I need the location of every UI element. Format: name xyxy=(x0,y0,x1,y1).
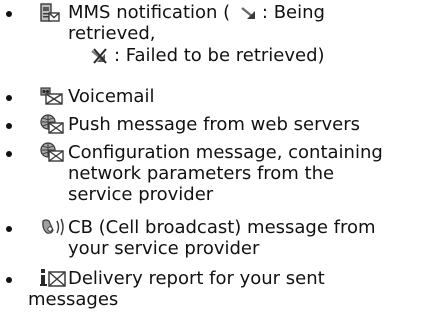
list-item-delivery-report: Delivery report for your sent messages xyxy=(0,268,422,312)
bullet xyxy=(6,151,12,157)
mms-label-start: MMS notification ( xyxy=(68,2,231,23)
mms-label-retrieved: retrieved, xyxy=(68,23,156,44)
icon-legend-page: { "items": [ { "icon": "mms-notification… xyxy=(0,0,422,314)
downloading-arrow-icon xyxy=(240,5,260,26)
list-item-push-message: Push message from web servers xyxy=(0,114,422,136)
voicemail-label: Voicemail xyxy=(68,86,155,107)
mms-notification-icon xyxy=(40,3,60,28)
bullet xyxy=(6,277,12,283)
mms-being-label: : Being xyxy=(261,2,325,23)
cell-broadcast-label-line-1: CB (Cell broadcast) message from xyxy=(68,217,376,238)
list-item-cell-broadcast: CB (Cell broadcast) message from your se… xyxy=(0,217,422,260)
cell-broadcast-label-line-2: your service provider xyxy=(68,238,260,259)
configuration-message-icon xyxy=(40,142,64,167)
push-message-label: Push message from web servers xyxy=(68,114,360,135)
configuration-label-line-1: Configuration message, containing xyxy=(68,142,383,163)
list-item-configuration-message: Configuration message, containing networ… xyxy=(0,142,422,206)
list-item-voicemail: Voicemail xyxy=(0,86,422,108)
cell-broadcast-icon xyxy=(40,217,66,242)
failed-download-icon xyxy=(90,48,110,69)
bullet xyxy=(6,226,12,232)
configuration-label-line-3: service provider xyxy=(68,184,214,205)
mms-failed-label: : Failed to be retrieved) xyxy=(114,45,325,66)
bullet xyxy=(6,123,12,129)
push-message-icon xyxy=(40,114,64,139)
list-item-mms-notification: MMS notification ( : Being retrieved, : … xyxy=(0,2,422,72)
configuration-label-line-2: network parameters from the xyxy=(68,163,335,184)
voicemail-icon xyxy=(40,87,64,110)
bullet xyxy=(6,95,12,101)
bullet xyxy=(6,11,12,17)
delivery-report-label-line-1: Delivery report for your sent xyxy=(68,268,325,289)
delivery-report-label-line-2: messages xyxy=(28,289,119,310)
